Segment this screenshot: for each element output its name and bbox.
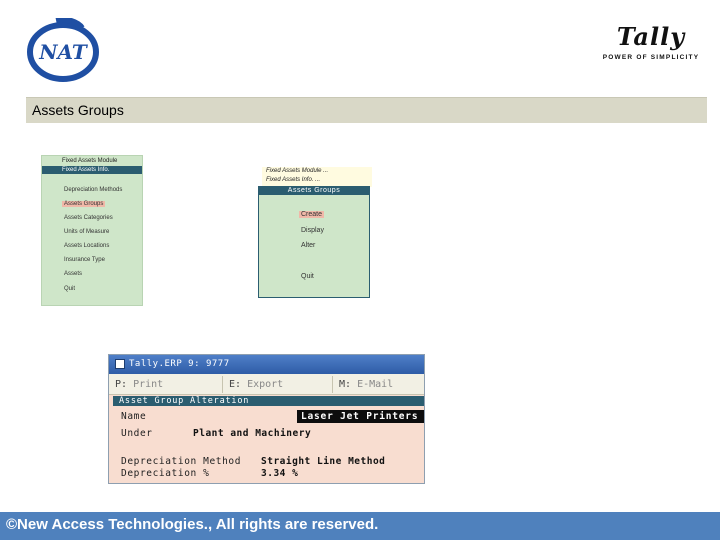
print-label: Print [133,379,164,390]
button-bar: P: Print E: Export M: E-Mail [109,374,424,395]
footer-bar: ©New Access Technologies., All rights ar… [0,512,720,540]
menu-item-assets[interactable]: Assets [64,271,82,277]
menu-item-assets-categories[interactable]: Assets Categories [64,215,113,221]
tally-tagline: POWER OF SIMPLICITY [602,54,700,61]
email-key: M: [339,379,352,390]
print-button[interactable]: P: Print [109,376,223,393]
under-field[interactable]: Plant and Machinery [193,428,311,439]
submenu-item-create[interactable]: Create [299,211,325,218]
menu-item-units-of-measure[interactable]: Units of Measure [64,229,109,235]
menu-title: Fixed Assets Module [62,158,118,164]
submenu-breadcrumb: Fixed Assets Module ... Fixed Assets Inf… [262,167,372,187]
menu-item-insurance-type[interactable]: Insurance Type [64,257,105,263]
email-label: E-Mail [357,379,394,390]
breadcrumb-line: Fixed Assets Module ... [266,168,329,174]
name-input[interactable]: Laser Jet Printers [297,410,424,423]
form-title: Asset Group Alteration [113,396,424,406]
tally-window: Tally.ERP 9: 9777 P: Print E: Export M: … [108,354,425,484]
fixed-assets-menu: Fixed Assets Module Fixed Assets Info. D… [41,155,143,306]
section-title: Assets Groups [32,102,124,118]
breadcrumb-line: Fixed Assets Info. ... [266,177,321,183]
print-key: P: [115,379,128,390]
submenu-header-bar: Assets Groups [259,187,369,195]
assets-groups-menu: Assets Groups Create Display Alter Quit [258,186,370,298]
depreciation-method-label: Depreciation Method [121,456,242,467]
depreciation-percent-field[interactable]: 3.34 % [261,468,298,479]
menu-header-bar: Fixed Assets Info. [42,166,142,174]
nat-logo: NAT [26,16,100,82]
export-label: Export [247,379,284,390]
menu-item-depreciation-methods[interactable]: Depreciation Methods [64,187,122,193]
tally-logo: Tally POWER OF SIMPLICITY [598,22,704,66]
window-title: Tally.ERP 9: 9777 [129,359,230,369]
tally-logo-word: Tally [616,22,686,51]
depreciation-method-field[interactable]: Straight Line Method [261,456,385,467]
copyright-text: ©New Access Technologies., All rights ar… [6,516,379,533]
submenu-item-display[interactable]: Display [301,227,324,234]
menu-item-assets-locations[interactable]: Assets Locations [64,243,109,249]
depreciation-percent-label: Depreciation % [121,468,210,479]
window-title-bar: Tally.ERP 9: 9777 [109,355,424,374]
section-title-bar: Assets Groups [26,97,707,123]
name-label: Name [121,411,147,422]
export-key: E: [229,379,242,390]
menu-item-assets-groups[interactable]: Assets Groups [62,201,106,207]
submenu-item-quit[interactable]: Quit [301,273,314,280]
menu-item-quit[interactable]: Quit [64,286,75,292]
nat-logo-text: NAT [38,40,89,64]
email-button[interactable]: M: E-Mail [333,376,424,393]
window-system-icon[interactable] [115,359,125,369]
export-button[interactable]: E: Export [223,376,333,393]
under-label: Under [121,428,153,439]
submenu-item-alter[interactable]: Alter [301,242,315,249]
